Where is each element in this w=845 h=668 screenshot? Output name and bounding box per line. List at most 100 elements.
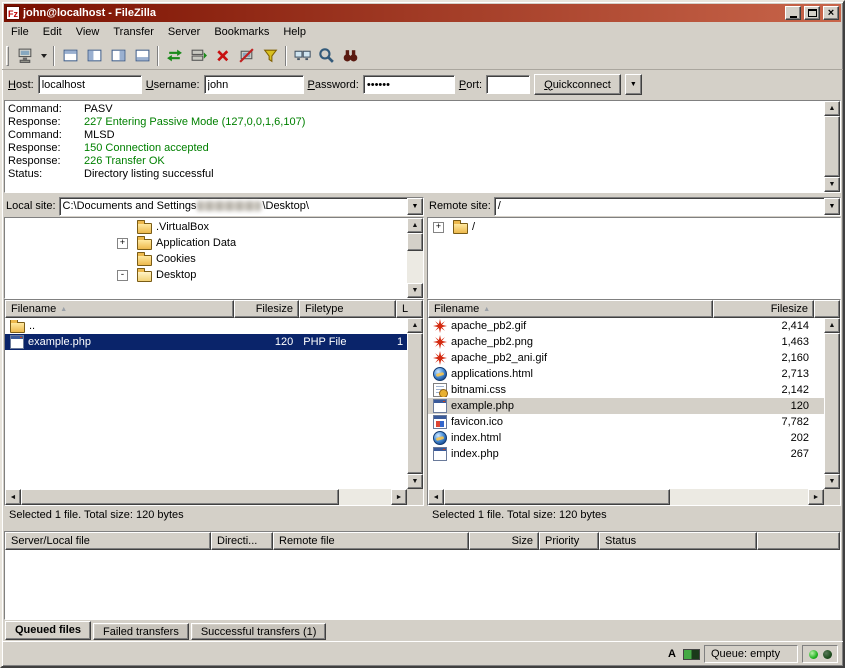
tree-expander[interactable]: - bbox=[117, 270, 128, 281]
file-row[interactable]: apache_pb2.png1,463 bbox=[428, 334, 824, 350]
column-header-remote-file[interactable]: Remote file bbox=[273, 532, 469, 550]
process-queue-button[interactable] bbox=[186, 44, 210, 68]
menu-bookmarks[interactable]: Bookmarks bbox=[207, 23, 276, 41]
scroll-down-icon[interactable]: ▼ bbox=[407, 474, 423, 489]
tab-queued-files[interactable]: Queued files bbox=[5, 621, 91, 640]
tree-item[interactable]: Cookies bbox=[5, 251, 407, 267]
remote-site-combobox[interactable]: / ▼ bbox=[494, 197, 841, 216]
port-input[interactable] bbox=[486, 75, 530, 94]
log-type-label: Response: bbox=[8, 155, 84, 168]
remote-tree-rows: +/ bbox=[428, 218, 840, 298]
directory-comparison-button[interactable] bbox=[290, 44, 314, 68]
css-file-icon bbox=[433, 383, 447, 397]
column-header-direction[interactable]: Directi... bbox=[211, 532, 273, 550]
scroll-left-icon[interactable]: ◄ bbox=[428, 489, 444, 505]
scroll-left-icon[interactable]: ◄ bbox=[5, 489, 21, 505]
local-site-dropdown-button[interactable]: ▼ bbox=[407, 198, 423, 215]
scroll-up-icon[interactable]: ▲ bbox=[407, 218, 423, 233]
scroll-down-icon[interactable]: ▼ bbox=[824, 474, 840, 489]
column-header-filename[interactable]: Filename▲ bbox=[5, 300, 234, 318]
scroll-right-icon[interactable]: ► bbox=[808, 489, 824, 505]
data-activity-icon bbox=[683, 649, 700, 660]
local-list-hscrollbar[interactable]: ◄ ► bbox=[5, 489, 423, 505]
sort-ascending-icon: ▲ bbox=[60, 306, 67, 313]
username-input[interactable] bbox=[204, 75, 304, 94]
tree-expander[interactable]: + bbox=[117, 238, 128, 249]
toolbar-grip[interactable] bbox=[6, 46, 9, 66]
cancel-transfer-button[interactable] bbox=[210, 44, 234, 68]
file-row[interactable]: index.html202 bbox=[428, 430, 824, 446]
site-manager-dropdown-button[interactable] bbox=[37, 44, 50, 68]
synchronized-browsing-button[interactable] bbox=[314, 44, 338, 68]
scroll-up-icon[interactable]: ▲ bbox=[824, 318, 840, 333]
remote-list-vscrollbar[interactable]: ▲ ▼ bbox=[824, 318, 840, 489]
filter-icon bbox=[262, 47, 279, 64]
local-site-combobox[interactable]: C:\Documents and Settings\Desktop\ ▼ bbox=[59, 197, 424, 216]
remote-list-hscrollbar[interactable]: ◄ ► bbox=[428, 489, 840, 505]
scroll-up-icon[interactable]: ▲ bbox=[407, 318, 423, 333]
column-header-status[interactable]: Status bbox=[599, 532, 757, 550]
quickconnect-button[interactable]: Quickconnect bbox=[534, 74, 621, 95]
toggle-queue-button[interactable] bbox=[130, 44, 154, 68]
file-row[interactable]: bitnami.css2,142 bbox=[428, 382, 824, 398]
quickconnect-dropdown-button[interactable]: ▼ bbox=[625, 74, 642, 95]
transfer-type-ascii-icon[interactable]: A bbox=[665, 647, 679, 661]
toolbar-separator bbox=[53, 46, 55, 66]
menu-file[interactable]: File bbox=[4, 23, 36, 41]
local-list-vscrollbar[interactable]: ▲ ▼ bbox=[407, 318, 423, 489]
column-header-filename[interactable]: Filename▲ bbox=[428, 300, 713, 318]
toggle-message-log-icon bbox=[62, 47, 79, 64]
close-button[interactable]: × bbox=[823, 6, 839, 20]
column-header-size[interactable]: Size bbox=[469, 532, 539, 550]
file-row[interactable]: applications.html2,713 bbox=[428, 366, 824, 382]
find-files-button[interactable] bbox=[338, 44, 362, 68]
host-input[interactable] bbox=[38, 75, 142, 94]
file-row-selected[interactable]: example.php 120 PHP File 1 bbox=[5, 334, 407, 350]
menu-help[interactable]: Help bbox=[276, 23, 313, 41]
scroll-up-icon[interactable]: ▲ bbox=[824, 101, 840, 116]
outgoing-activity-led bbox=[823, 650, 832, 659]
column-header-priority[interactable]: Priority bbox=[539, 532, 599, 550]
minimize-button[interactable] bbox=[785, 6, 801, 20]
log-scrollbar[interactable]: ▲ ▼ bbox=[824, 101, 840, 192]
tab-failed-transfers[interactable]: Failed transfers bbox=[93, 623, 189, 640]
toggle-remote-tree-button[interactable] bbox=[106, 44, 130, 68]
site-manager-button[interactable] bbox=[13, 44, 37, 68]
disconnect-button[interactable] bbox=[234, 44, 258, 68]
remote-site-dropdown-button[interactable]: ▼ bbox=[824, 198, 840, 215]
file-row-selected-inactive[interactable]: example.php120 bbox=[428, 398, 824, 414]
password-input[interactable] bbox=[363, 75, 455, 94]
tab-successful-transfers[interactable]: Successful transfers (1) bbox=[191, 623, 327, 640]
column-header-filesize[interactable]: Filesize bbox=[713, 300, 814, 318]
scroll-right-icon[interactable]: ► bbox=[391, 489, 407, 505]
tree-item[interactable]: .VirtualBox bbox=[5, 219, 407, 235]
tree-item[interactable]: +/ bbox=[428, 219, 840, 235]
folder-icon bbox=[137, 239, 152, 250]
column-header-lastmodified[interactable]: L bbox=[396, 300, 423, 318]
refresh-button[interactable] bbox=[162, 44, 186, 68]
filter-button[interactable] bbox=[258, 44, 282, 68]
scroll-down-icon[interactable]: ▼ bbox=[824, 177, 840, 192]
file-row[interactable]: index.php267 bbox=[428, 446, 824, 462]
titlebar[interactable]: Fz john@localhost - FileZilla × bbox=[4, 4, 841, 22]
column-header-server-local-file[interactable]: Server/Local file bbox=[5, 532, 211, 550]
file-row[interactable]: apache_pb2_ani.gif2,160 bbox=[428, 350, 824, 366]
tree-item[interactable]: -Desktop bbox=[5, 267, 407, 283]
local-tree-scrollbar[interactable]: ▲ ▼ bbox=[407, 218, 423, 298]
maximize-button[interactable] bbox=[804, 6, 820, 20]
column-header-filesize[interactable]: Filesize bbox=[234, 300, 299, 318]
menu-transfer[interactable]: Transfer bbox=[106, 23, 161, 41]
file-row[interactable]: apache_pb2.gif2,414 bbox=[428, 318, 824, 334]
column-header-filetype[interactable]: Filetype bbox=[299, 300, 396, 318]
menu-view[interactable]: View bbox=[69, 23, 107, 41]
scroll-down-icon[interactable]: ▼ bbox=[407, 283, 423, 298]
tree-item[interactable]: +Application Data bbox=[5, 235, 407, 251]
menu-server[interactable]: Server bbox=[161, 23, 207, 41]
tree-expander[interactable]: + bbox=[433, 222, 444, 233]
toggle-local-tree-button[interactable] bbox=[82, 44, 106, 68]
toggle-message-log-button[interactable] bbox=[58, 44, 82, 68]
ico-file-icon bbox=[433, 415, 447, 429]
file-row[interactable]: favicon.ico7,782 bbox=[428, 414, 824, 430]
menu-edit[interactable]: Edit bbox=[36, 23, 69, 41]
file-row[interactable]: .. bbox=[5, 318, 407, 334]
